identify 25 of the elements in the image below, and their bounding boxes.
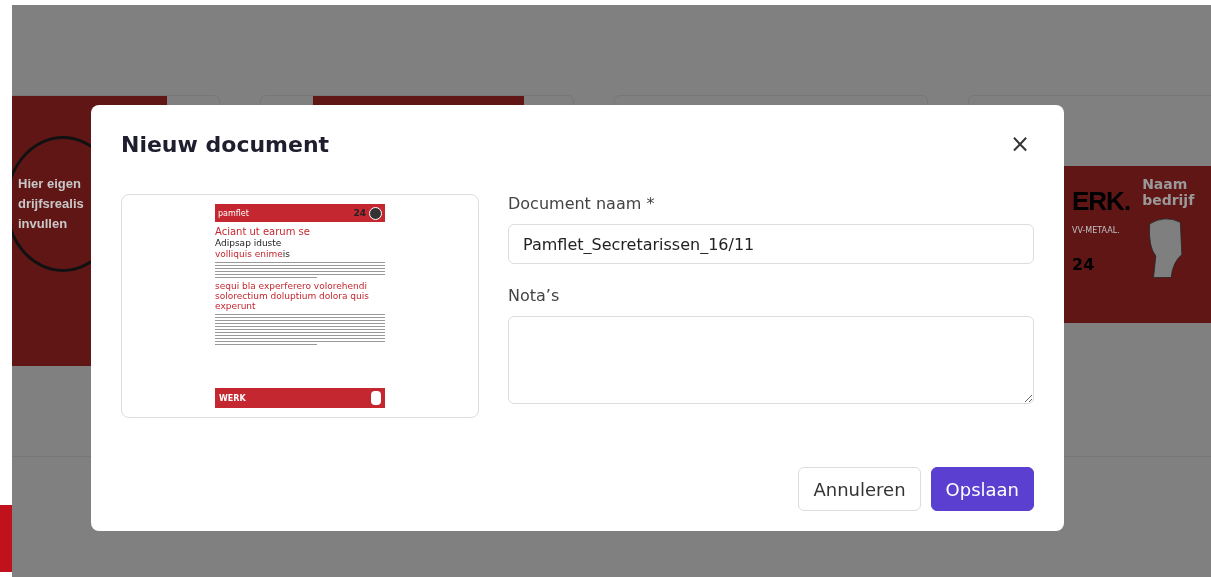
notes-field[interactable] xyxy=(508,316,1034,404)
poster-text: bedrijf xyxy=(1142,192,1195,208)
poster-subtitle: VV-METAAL. xyxy=(1072,226,1120,235)
poster-text: invullen xyxy=(18,215,68,233)
poster-text: Naam xyxy=(1142,176,1188,192)
document-subheading: Adipsap iduste xyxy=(215,238,283,248)
poster-text: drijfsrealis xyxy=(18,195,84,213)
document-heading: Aciant ut earum se xyxy=(215,226,311,237)
edge-strip xyxy=(0,505,12,572)
seal-icon xyxy=(369,206,382,220)
poster-number: 24 xyxy=(1072,255,1095,274)
save-button[interactable]: Opslaan xyxy=(930,467,1034,511)
document-subheading: volliquis enimeis xyxy=(215,249,292,259)
poster-text: Hier eigen xyxy=(18,175,81,193)
section-heading: sequi bla experferero volorehendi solorectium doluptium dolora quis experunt xyxy=(215,281,370,311)
poster-logo-text: ERK. xyxy=(1072,185,1131,218)
dialog-title: Nieuw document xyxy=(121,131,330,157)
close-button[interactable]: × xyxy=(1005,131,1034,157)
cancel-button[interactable]: Annuleren xyxy=(798,467,921,511)
header-label: pamflet xyxy=(218,208,249,218)
name-field[interactable]: Pamflet_Secretarissen_16/11 xyxy=(508,224,1034,264)
footer-logo: WERK xyxy=(219,393,246,403)
header-number: 24 xyxy=(353,208,366,218)
field-label: Document naam * xyxy=(508,194,656,214)
field-label: Nota’s xyxy=(508,286,561,306)
